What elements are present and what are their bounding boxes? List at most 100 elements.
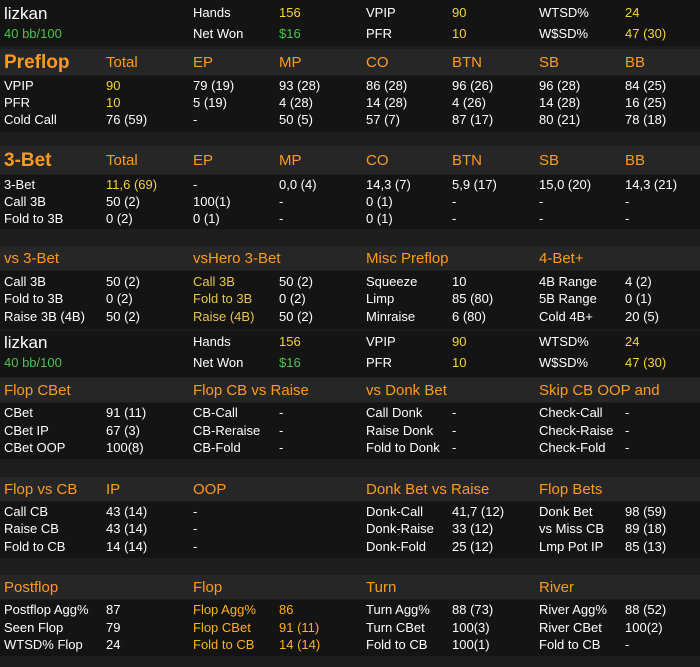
skipcb-label: Check-Call bbox=[539, 405, 603, 420]
flop-title: Flop bbox=[193, 579, 223, 596]
threebet-cell: 100(1) bbox=[193, 194, 231, 209]
vsdonk-label: Fold to Donk bbox=[366, 440, 440, 455]
river-label: Fold to CB bbox=[539, 637, 601, 652]
miscpre-title: Misc Preflop bbox=[366, 250, 449, 267]
vpip-label: VPIP bbox=[366, 334, 396, 349]
miscpre-value: 85 (80) bbox=[452, 291, 494, 306]
flopvscb-col-oop: OOP bbox=[193, 481, 227, 498]
preflop-cell: 96 (26) bbox=[452, 78, 494, 93]
skipcb-value: - bbox=[625, 440, 630, 455]
vpip-value: 90 bbox=[452, 5, 467, 20]
flopvscb-oop: - bbox=[193, 504, 198, 519]
hands-label: Hands bbox=[193, 5, 231, 20]
preflop-cell: 78 (18) bbox=[625, 112, 667, 127]
fourbet-value: 0 (1) bbox=[625, 291, 652, 306]
vsdonk-value: - bbox=[452, 423, 457, 438]
threebet-cell: - bbox=[452, 211, 457, 226]
river-label: River Agg% bbox=[539, 602, 607, 617]
threebet-row-label: Call 3B bbox=[4, 194, 46, 209]
preflop-cell: 14 (28) bbox=[366, 95, 408, 110]
postflop-title: Postflop bbox=[4, 579, 59, 596]
postflop-value: 87 bbox=[106, 602, 121, 617]
vshero-label: Raise (4B) bbox=[193, 309, 255, 324]
threebet-col-total: Total bbox=[106, 152, 138, 169]
flopbets-value: 85 (13) bbox=[625, 539, 667, 554]
flopvscb-title: Flop vs CB bbox=[4, 481, 78, 498]
vsdonk-label: Call Donk bbox=[366, 405, 423, 420]
flop-label: Flop CBet bbox=[193, 620, 251, 635]
turn-value: 100(1) bbox=[452, 637, 490, 652]
flopcbvsraise-label: CB-Reraise bbox=[193, 423, 261, 438]
threebet-cell: 0,0 (4) bbox=[279, 177, 317, 192]
vs3bet-title: vs 3-Bet bbox=[4, 250, 60, 267]
flopvscb-label: Fold to CB bbox=[4, 539, 66, 554]
threebet-col-co: CO bbox=[366, 152, 389, 169]
threebet-col-ep: EP bbox=[193, 152, 214, 169]
donkvsraise-label: Donk-Raise bbox=[366, 521, 434, 536]
skipcb-title: Skip CB OOP and bbox=[539, 382, 660, 399]
miscpre-value: 6 (80) bbox=[452, 309, 486, 324]
preflop-cell: 5 (19) bbox=[193, 95, 227, 110]
river-label: River CBet bbox=[539, 620, 602, 635]
threebet-cell: - bbox=[279, 194, 284, 209]
miscpre-label: Squeeze bbox=[366, 274, 418, 289]
fourbet-label: Cold 4B+ bbox=[539, 309, 593, 324]
vs3bet-value: 50 (2) bbox=[106, 274, 140, 289]
flopbets-label: Donk Bet bbox=[539, 504, 593, 519]
player-header-bg bbox=[0, 0, 700, 46]
preflop-header-bg bbox=[0, 49, 700, 75]
netwon-value: $16 bbox=[279, 355, 301, 370]
threebet-cell: - bbox=[279, 211, 284, 226]
threebet-cell: 15,0 (20) bbox=[539, 177, 592, 192]
threebet-title: 3-Bet bbox=[4, 150, 52, 171]
postflop-label: Postflop Agg% bbox=[4, 602, 89, 617]
wsd-value: 47 (30) bbox=[625, 355, 667, 370]
threebet-cell: 5,9 (17) bbox=[452, 177, 497, 192]
preflop-cell: 84 (25) bbox=[625, 78, 667, 93]
wtsd-value: 24 bbox=[625, 5, 640, 20]
hands-value: 156 bbox=[279, 5, 301, 20]
vs3bet-value: 50 (2) bbox=[106, 309, 140, 324]
vs3bet-value: 0 (2) bbox=[106, 291, 133, 306]
preflop-cell: 93 (28) bbox=[279, 78, 321, 93]
threebet-cell: 0 (1) bbox=[366, 211, 393, 226]
flopcbvsraise-value: - bbox=[279, 405, 284, 420]
river-value: - bbox=[625, 637, 630, 652]
threebet-cell: 14,3 (21) bbox=[625, 177, 678, 192]
flopbets-label: vs Miss CB bbox=[539, 521, 604, 536]
vsdonk-title: vs Donk Bet bbox=[366, 382, 447, 399]
turn-title: Turn bbox=[366, 579, 397, 596]
threebet-cell: 11,6 (69) bbox=[106, 177, 158, 192]
miscpre-value: 10 bbox=[452, 274, 467, 289]
flopcbet-label: CBet OOP bbox=[4, 440, 66, 455]
vshero-value: 50 (2) bbox=[279, 274, 313, 289]
skipcb-value: - bbox=[625, 423, 630, 438]
threebet-cell: - bbox=[539, 211, 544, 226]
preflop-body-bg bbox=[0, 76, 700, 132]
preflop-cell: 96 (28) bbox=[539, 78, 581, 93]
turn-label: Fold to CB bbox=[366, 637, 428, 652]
wtsd-value: 24 bbox=[625, 334, 640, 349]
preflop-title: Preflop bbox=[4, 52, 70, 73]
vshero-label: Call 3B bbox=[193, 274, 235, 289]
player-name: lizkan bbox=[4, 4, 48, 23]
donkvsraise-label: Donk-Fold bbox=[366, 539, 426, 554]
donkvsraise-title: Donk Bet vs Raise bbox=[366, 481, 490, 498]
threebet-cell: 0 (2) bbox=[106, 211, 133, 226]
postflop-value: 24 bbox=[106, 637, 121, 652]
preflop-cell: 57 (7) bbox=[366, 112, 400, 127]
flop-value: 14 (14) bbox=[279, 637, 321, 652]
flopcbet-value: 67 (3) bbox=[106, 423, 140, 438]
threebet-col-bb: BB bbox=[625, 152, 646, 169]
turn-value: 88 (73) bbox=[452, 602, 494, 617]
flop-label: Fold to CB bbox=[193, 637, 255, 652]
netwon-value: $16 bbox=[279, 26, 301, 41]
vs3bet-label: Fold to 3B bbox=[4, 291, 64, 306]
flopvscb-col-ip: IP bbox=[106, 481, 121, 498]
preflop-cell: 4 (26) bbox=[452, 95, 486, 110]
preflop-row-label: Cold Call bbox=[4, 112, 57, 127]
flopvscb-label: Call CB bbox=[4, 504, 49, 519]
fourbet-label: 5B Range bbox=[539, 291, 597, 306]
flop-value: 86 bbox=[279, 602, 294, 617]
preflop-row-label: PFR bbox=[4, 95, 30, 110]
